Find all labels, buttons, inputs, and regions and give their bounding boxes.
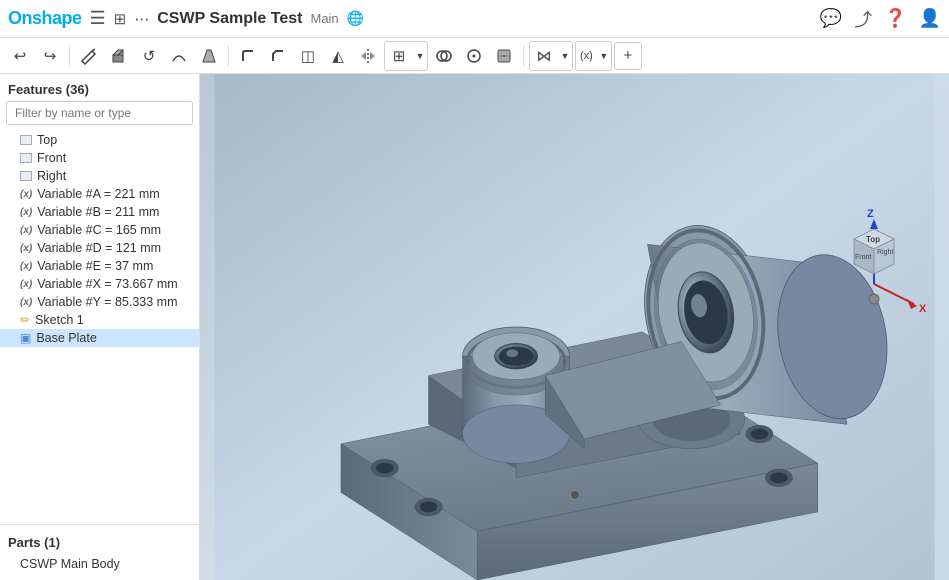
branch-label[interactable]: Main [310, 11, 338, 26]
variable-y[interactable]: (x) Variable #Y = 85.333 mm [0, 293, 199, 311]
feature-sidebar: Features (36) Top Front Right (x) Variab… [0, 74, 200, 580]
svg-text:Top: Top [866, 235, 880, 244]
sketch-button[interactable] [75, 42, 103, 70]
toolbar-separator-2 [228, 45, 229, 67]
features-header: Features (36) [0, 74, 199, 101]
mirror-button[interactable] [354, 42, 382, 70]
surface-dropdown[interactable]: ▼ [558, 42, 572, 70]
sweep-button[interactable] [165, 42, 193, 70]
plane-front[interactable]: Front [0, 149, 199, 167]
3d-viewport[interactable]: Z X Top Front Right [200, 74, 949, 580]
parts-header: Parts (1) [0, 531, 199, 554]
variable-d[interactable]: (x) Variable #D = 121 mm [0, 239, 199, 257]
variable-icon: (x) [20, 189, 32, 200]
variable-icon: (x) [20, 297, 32, 308]
settings-icon[interactable]: ⋯ [134, 10, 149, 28]
baseplate-item[interactable]: ▣ Base Plate [0, 329, 199, 347]
variable-e[interactable]: (x) Variable #E = 37 mm [0, 257, 199, 275]
variable-b[interactable]: (x) Variable #B = 211 mm [0, 203, 199, 221]
logo[interactable]: Onshape [8, 8, 82, 29]
toolbar-separator-1 [69, 45, 70, 67]
hamburger-icon[interactable]: ☰ [90, 8, 106, 29]
pattern-group: ⊞ ▼ [384, 41, 428, 71]
top-bar: Onshape ☰ ⊞ ⋯ CSWP Sample Test Main 🌐 💬 … [0, 0, 949, 38]
redo-button[interactable]: ↪ [36, 42, 64, 70]
add-feature-button[interactable]: + [614, 42, 642, 70]
variable-icon: (x) [20, 207, 32, 218]
variable-c[interactable]: (x) Variable #C = 165 mm [0, 221, 199, 239]
surface-button[interactable]: ⋈ [530, 42, 558, 70]
variables-group: (x) ▼ [575, 41, 612, 71]
svg-text:Front: Front [855, 254, 871, 261]
3d-model [200, 74, 949, 580]
feature-list: Top Front Right (x) Variable #A = 221 mm… [0, 131, 199, 524]
plane-icon [20, 171, 32, 181]
page-title: CSWP Sample Test [157, 10, 302, 28]
variable-icon: (x) [20, 279, 32, 290]
draft-button[interactable]: ◭ [324, 42, 352, 70]
help-icon[interactable]: ❓ [884, 8, 906, 29]
baseplate-icon: ▣ [20, 331, 31, 345]
sketch-icon: ✏ [20, 313, 30, 327]
variable-icon: (x) [20, 261, 32, 272]
orientation-cube[interactable]: Z X Top Front Right [819, 164, 929, 314]
center-indicator [570, 490, 580, 500]
svg-text:Right: Right [877, 249, 893, 256]
toolbar-separator-3 [523, 45, 524, 67]
svg-text:X: X [919, 303, 927, 314]
variable-icon: (x) [20, 243, 32, 254]
extrude-button[interactable] [105, 42, 133, 70]
share-icon[interactable]: ⤴ [854, 6, 872, 32]
fillet-button[interactable] [234, 42, 262, 70]
fill-surface-button[interactable] [490, 42, 518, 70]
variable-a[interactable]: (x) Variable #A = 221 mm [0, 185, 199, 203]
variables-dropdown[interactable]: ▼ [597, 42, 611, 70]
undo-button[interactable]: ↩ [6, 42, 34, 70]
plane-top[interactable]: Top [0, 131, 199, 149]
main-area: Features (36) Top Front Right (x) Variab… [0, 74, 949, 580]
variable-icon: (x) [20, 225, 32, 236]
chamfer-button[interactable] [264, 42, 292, 70]
shell-button[interactable]: ◫ [294, 42, 322, 70]
plane-right[interactable]: Right [0, 167, 199, 185]
filter-input[interactable] [6, 101, 193, 125]
boolean-button[interactable] [430, 42, 458, 70]
globe-icon[interactable]: 🌐 [347, 10, 364, 27]
measure-button[interactable] [460, 42, 488, 70]
svg-text:Z: Z [867, 208, 874, 220]
variable-x[interactable]: (x) Variable #X = 73.667 mm [0, 275, 199, 293]
surface-group: ⋈ ▼ [529, 41, 573, 71]
user-icon[interactable]: 👤 [919, 8, 941, 29]
chat-icon[interactable]: 💬 [820, 8, 842, 29]
variables-button[interactable]: (x) [576, 42, 597, 70]
workflow-icon[interactable]: ⊞ [114, 10, 127, 28]
plane-icon [20, 135, 32, 145]
loft-button[interactable] [195, 42, 223, 70]
pattern-dropdown[interactable]: ▼ [413, 42, 427, 70]
plane-icon [20, 153, 32, 163]
sketch-item[interactable]: ✏ Sketch 1 [0, 311, 199, 329]
parts-section: Parts (1) CSWP Main Body [0, 524, 199, 580]
pattern-button[interactable]: ⊞ [385, 42, 413, 70]
main-toolbar: ↩ ↪ ↺ ◫ ◭ ⊞ ▼ ⋈ ▼ (x) ▼ + [0, 38, 949, 74]
revolve-button[interactable]: ↺ [135, 42, 163, 70]
part-item[interactable]: CSWP Main Body [0, 554, 199, 574]
